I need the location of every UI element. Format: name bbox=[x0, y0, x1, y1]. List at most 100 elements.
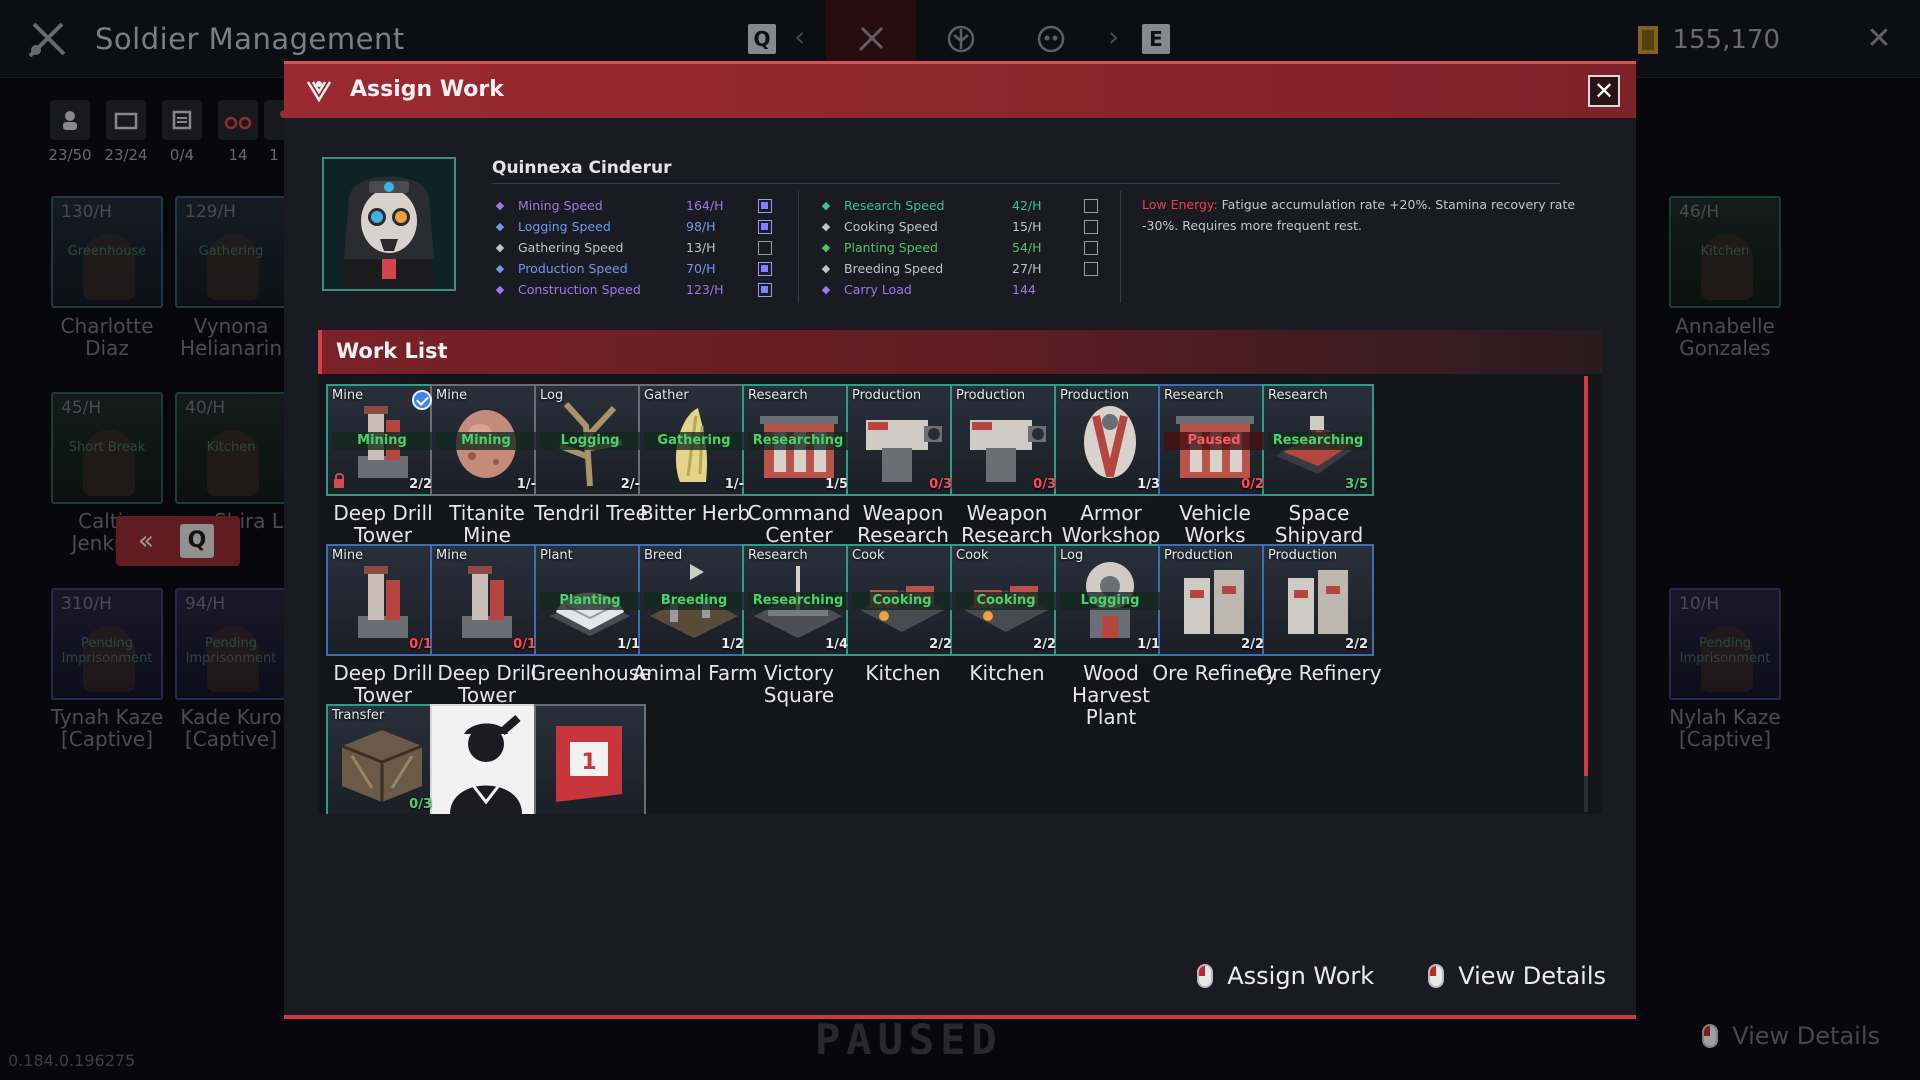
work-list: Mine Mining 2/2 Deep Drill Tower Mine Mining 1… bbox=[318, 374, 1602, 814]
stat-checkbox[interactable] bbox=[1084, 198, 1098, 213]
work-category: Research bbox=[1268, 388, 1328, 403]
work-tile[interactable]: Research Researching 3/5 bbox=[1262, 384, 1374, 496]
work-tile[interactable]: 1 bbox=[534, 704, 646, 814]
wrench-emblem-icon bbox=[306, 81, 332, 103]
ingot-icon bbox=[1638, 26, 1659, 54]
work-slots: 1/3 bbox=[1137, 477, 1160, 492]
work-tile[interactable]: Mine 0/1 bbox=[430, 544, 542, 656]
work-status: Cooking bbox=[852, 592, 952, 610]
soldier-card[interactable]: 94/H Pending Imprisonment bbox=[175, 588, 287, 700]
work-status: Researching bbox=[748, 592, 848, 610]
glove-icon: ◆ bbox=[495, 241, 505, 254]
work-slots: 2/2 bbox=[929, 637, 952, 652]
work-item[interactable]: Research Researching 3/5 Space Shipyard bbox=[1262, 384, 1376, 546]
work-tile[interactable]: Gather Gathering 1/- bbox=[638, 384, 750, 496]
work-item[interactable]: Production 2/2 Ore Refinery bbox=[1256, 544, 1382, 684]
stat-row: ◆ Planting Speed 54/H bbox=[818, 237, 1098, 258]
assign-work-dialog: Assign Work ✕ Quinnexa Cinderur ◆ Mining … bbox=[284, 61, 1636, 1019]
work-tile[interactable]: Plant Planting 1/1 bbox=[534, 544, 646, 656]
soldier-avatar bbox=[324, 159, 454, 289]
work-item[interactable]: Log Logging 1/1 Wood Harvest Plant bbox=[1054, 544, 1168, 728]
chevron-left-icon[interactable]: ‹ bbox=[794, 20, 805, 53]
work-slots: 0/3 bbox=[929, 477, 952, 492]
work-tile[interactable]: Log Logging 2/- bbox=[534, 384, 646, 496]
stat-checkbox[interactable] bbox=[758, 219, 772, 234]
stat-label: Logging Speed bbox=[518, 219, 611, 234]
stat-value: 42/H bbox=[1012, 198, 1042, 213]
work-tile[interactable]: Production 0/3 bbox=[950, 384, 1062, 496]
work-tile[interactable]: Mine Mining 2/2 bbox=[326, 384, 438, 496]
quick-nav-button[interactable]: « Q bbox=[116, 516, 240, 566]
work-status: Breeding bbox=[644, 592, 744, 610]
soldier-card[interactable]: 129/H Gathering bbox=[175, 196, 287, 308]
svg-text:1: 1 bbox=[581, 750, 596, 775]
divider bbox=[492, 183, 1560, 184]
work-tile[interactable]: Breed Breeding 1/2 bbox=[638, 544, 750, 656]
work-slots: 3/5 bbox=[1345, 477, 1368, 492]
chevron-right-icon[interactable]: › bbox=[1108, 20, 1119, 53]
filter-beds[interactable]: 23/24 bbox=[96, 100, 156, 170]
soldier-card[interactable]: 46/H Kitchen bbox=[1669, 196, 1781, 308]
work-tile[interactable] bbox=[430, 704, 542, 814]
stat-checkbox[interactable] bbox=[1084, 240, 1098, 255]
work-tile[interactable]: Log Logging 1/1 bbox=[1054, 544, 1166, 656]
bed-icon bbox=[106, 100, 146, 140]
mouse-right-icon bbox=[1428, 964, 1445, 988]
filter-documents[interactable]: 0/4 bbox=[152, 100, 212, 170]
work-tile[interactable]: Cook Cooking 2/2 bbox=[846, 544, 958, 656]
soldier-card[interactable]: 10/H Pending Imprisonment bbox=[1669, 588, 1781, 700]
work-tile[interactable]: Mine 0/1 bbox=[326, 544, 438, 656]
prev-key-hint[interactable]: Q bbox=[748, 24, 776, 54]
soldier-card[interactable]: 40/H Kitchen bbox=[175, 392, 287, 504]
stat-value: 27/H bbox=[1012, 261, 1042, 276]
mouse-left-icon bbox=[1197, 964, 1214, 988]
dialog-title: Assign Work bbox=[350, 77, 504, 102]
work-tile[interactable]: Cook Cooking 2/2 bbox=[950, 544, 1062, 656]
soldier-name: Annabelle Gonzales bbox=[1675, 314, 1775, 360]
dialog-header: Assign Work ✕ bbox=[284, 61, 1636, 118]
next-key-hint[interactable]: E bbox=[1142, 24, 1170, 54]
work-item[interactable]: Transfer0/3Resource bbox=[326, 704, 440, 814]
work-tile[interactable]: Production 0/3 bbox=[846, 384, 958, 496]
bg-view-details-button[interactable]: View Details bbox=[1702, 1022, 1880, 1050]
assign-work-button[interactable]: Assign Work bbox=[1197, 962, 1374, 990]
stat-checkbox[interactable] bbox=[1084, 261, 1098, 276]
stat-checkbox[interactable] bbox=[758, 240, 772, 255]
scrollbar-thumb[interactable] bbox=[1584, 376, 1588, 776]
stat-label: Research Speed bbox=[844, 198, 945, 213]
work-tile[interactable]: Transfer 0/3 bbox=[326, 704, 438, 814]
divider bbox=[1120, 191, 1121, 303]
filter-vehicles[interactable]: 14 bbox=[208, 100, 268, 170]
stat-value: 164/H bbox=[686, 198, 724, 213]
work-tile[interactable]: Production 1/3 bbox=[1054, 384, 1166, 496]
soldier-card[interactable]: 310/H Pending Imprisonment bbox=[51, 588, 163, 700]
work-tile[interactable]: Research Researching 1/5 bbox=[742, 384, 854, 496]
work-tile[interactable]: Research Researching 1/4 bbox=[742, 544, 854, 656]
pot-icon: ◆ bbox=[821, 220, 831, 233]
close-icon[interactable]: ✕ bbox=[1588, 75, 1620, 107]
document-icon bbox=[162, 100, 202, 140]
work-tile[interactable]: Production 2/2 bbox=[1262, 544, 1374, 656]
work-tile[interactable]: Production 2/2 bbox=[1158, 544, 1270, 656]
soldier-card[interactable]: 45/H Short Break bbox=[51, 392, 163, 504]
calendar-icon: 1 bbox=[556, 726, 622, 802]
mouse-icon bbox=[1702, 1024, 1719, 1048]
view-details-button[interactable]: View Details bbox=[1428, 962, 1606, 990]
filter-runners[interactable]: 1 bbox=[264, 100, 284, 170]
work-status: Cooking bbox=[956, 592, 1056, 610]
stat-value: 98/H bbox=[686, 219, 716, 234]
work-item[interactable]: 1Paid Time bbox=[534, 704, 648, 814]
work-category: Production bbox=[1268, 548, 1338, 563]
work-tile[interactable]: Research Paused 0/2 bbox=[1158, 384, 1270, 496]
stat-checkbox[interactable] bbox=[758, 261, 772, 276]
stat-checkbox[interactable] bbox=[1084, 219, 1098, 234]
stat-checkbox[interactable] bbox=[758, 198, 772, 213]
work-item[interactable]: Unassigned bbox=[430, 704, 544, 814]
stat-row: ◆ Carry Load 144 bbox=[818, 279, 1098, 300]
work-category: Production bbox=[956, 388, 1026, 403]
close-icon[interactable]: ✕ bbox=[1860, 20, 1898, 58]
work-tile[interactable]: Mine Mining 1/- bbox=[430, 384, 542, 496]
stat-checkbox[interactable] bbox=[758, 282, 772, 297]
filter-soldiers[interactable]: 23/50 bbox=[40, 100, 100, 170]
soldier-card[interactable]: 130/H Greenhouse bbox=[51, 196, 163, 308]
